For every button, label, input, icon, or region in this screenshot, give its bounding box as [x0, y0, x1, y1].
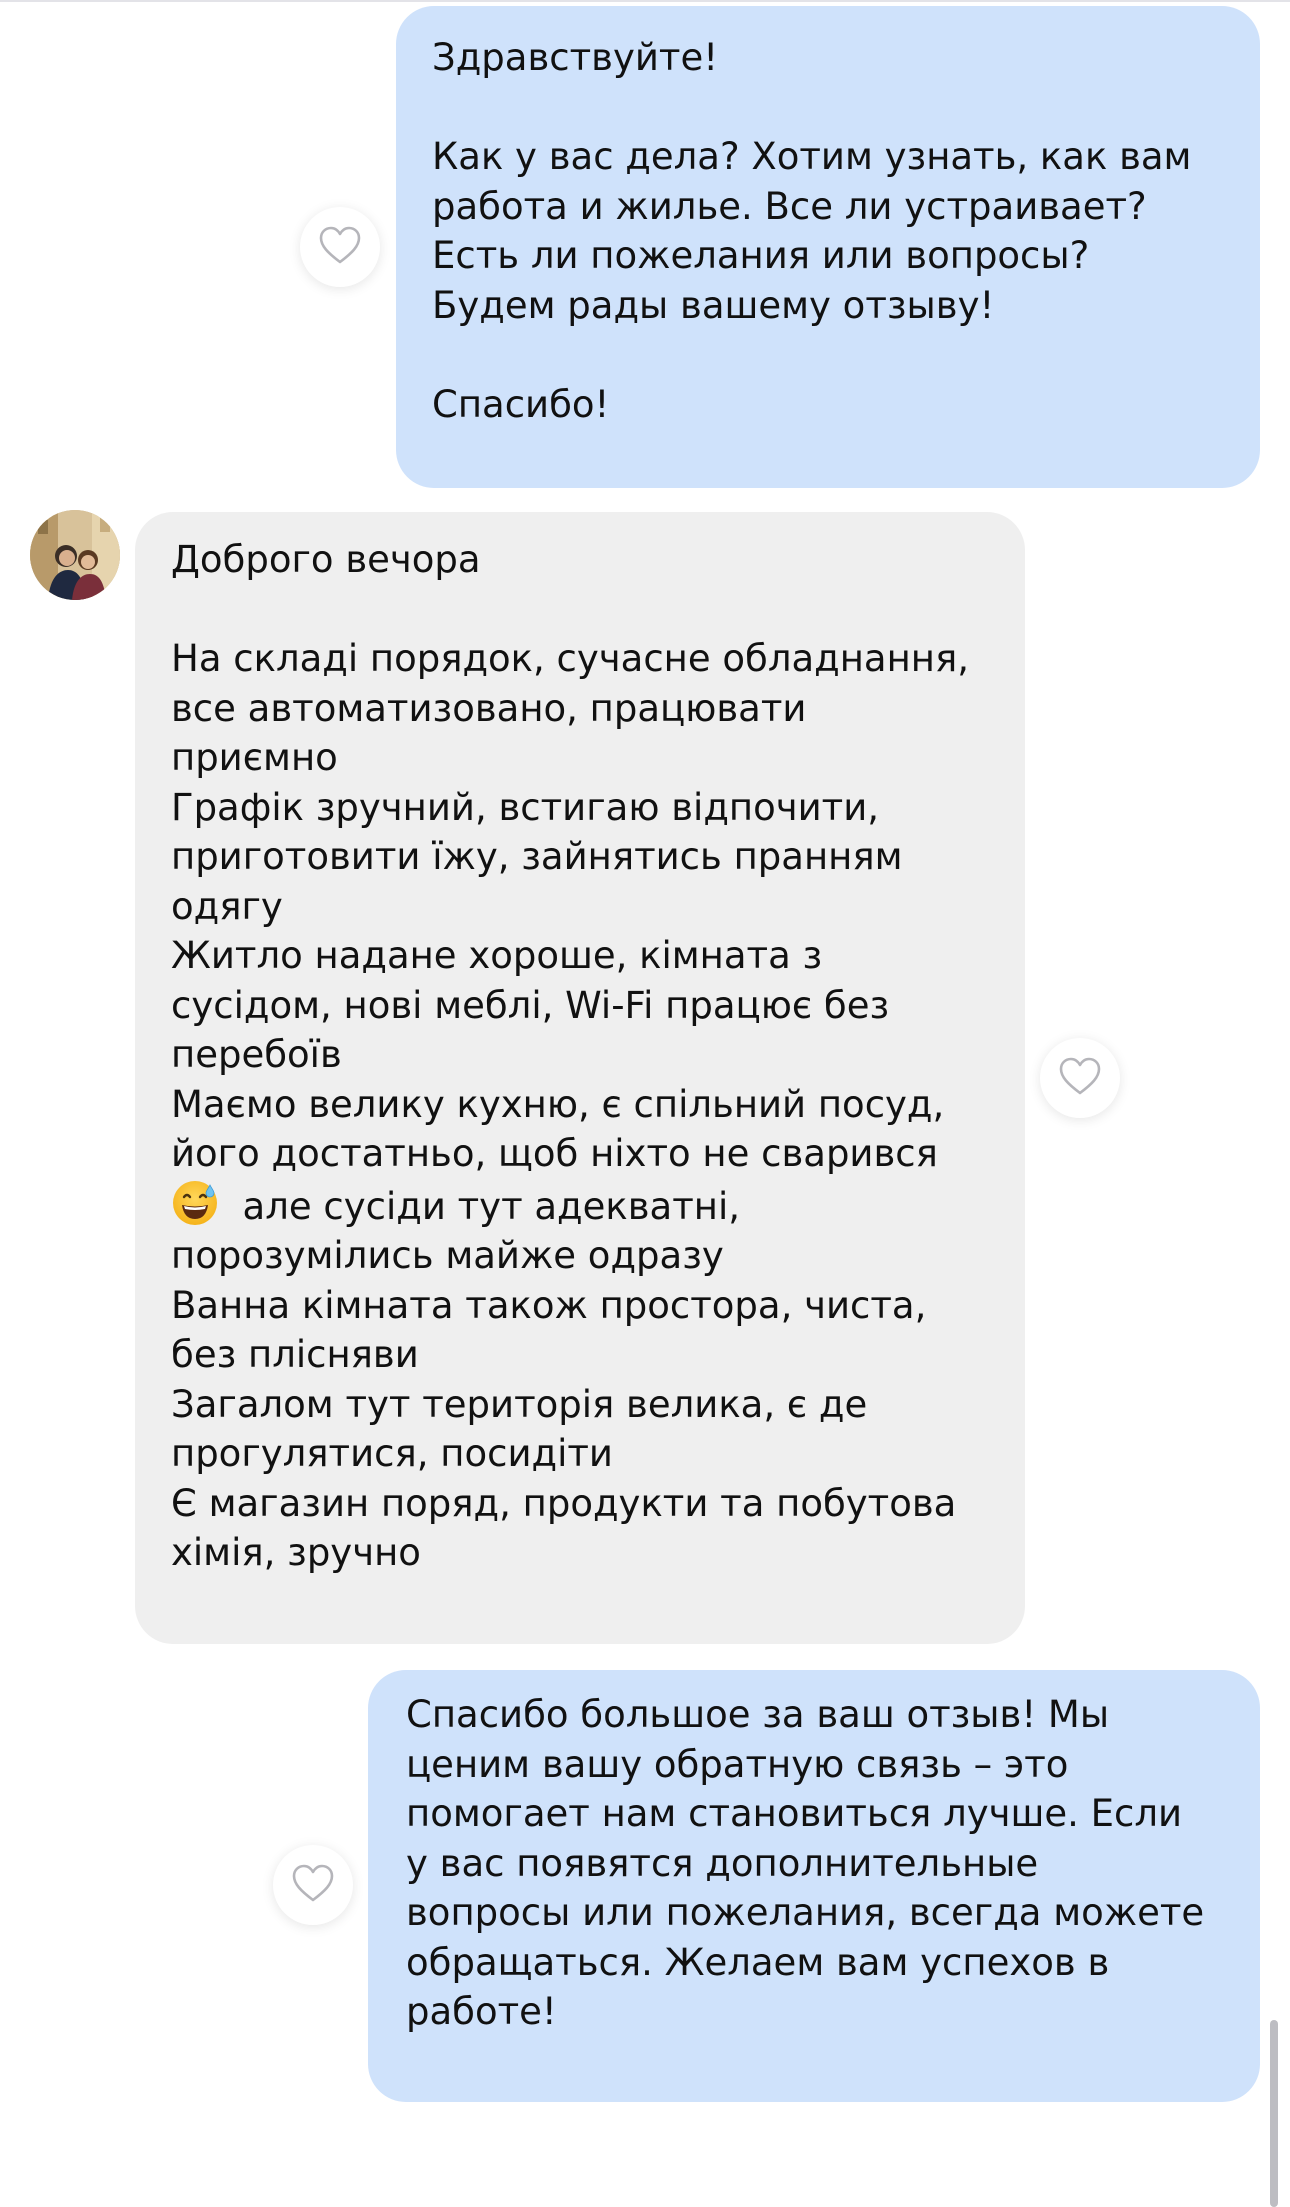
- outgoing-message-bubble[interactable]: Здравствуйте! Как у вас дела? Хотим узна…: [396, 6, 1260, 488]
- incoming-message-bubble[interactable]: Доброго вечора На складі порядок, сучасн…: [135, 512, 1025, 1644]
- heart-icon: [291, 1863, 335, 1907]
- heart-icon: [1058, 1056, 1102, 1100]
- heart-icon: [318, 225, 362, 269]
- message-text: Доброго вечора На складі порядок, сучасн…: [171, 538, 970, 1175]
- top-divider: [0, 0, 1290, 2]
- outgoing-message-bubble[interactable]: Спасибо большое за ваш отзыв! Мы ценим в…: [368, 1670, 1260, 2102]
- grinning-face-with-sweat-emoji: [171, 1179, 219, 1227]
- like-button[interactable]: [300, 207, 380, 287]
- sender-avatar[interactable]: [30, 510, 120, 600]
- scrollbar[interactable]: [1270, 2020, 1278, 2207]
- message-text: але сусіди тут адекватні, порозумілись м…: [171, 1184, 957, 1575]
- like-button[interactable]: [273, 1845, 353, 1925]
- like-button[interactable]: [1040, 1038, 1120, 1118]
